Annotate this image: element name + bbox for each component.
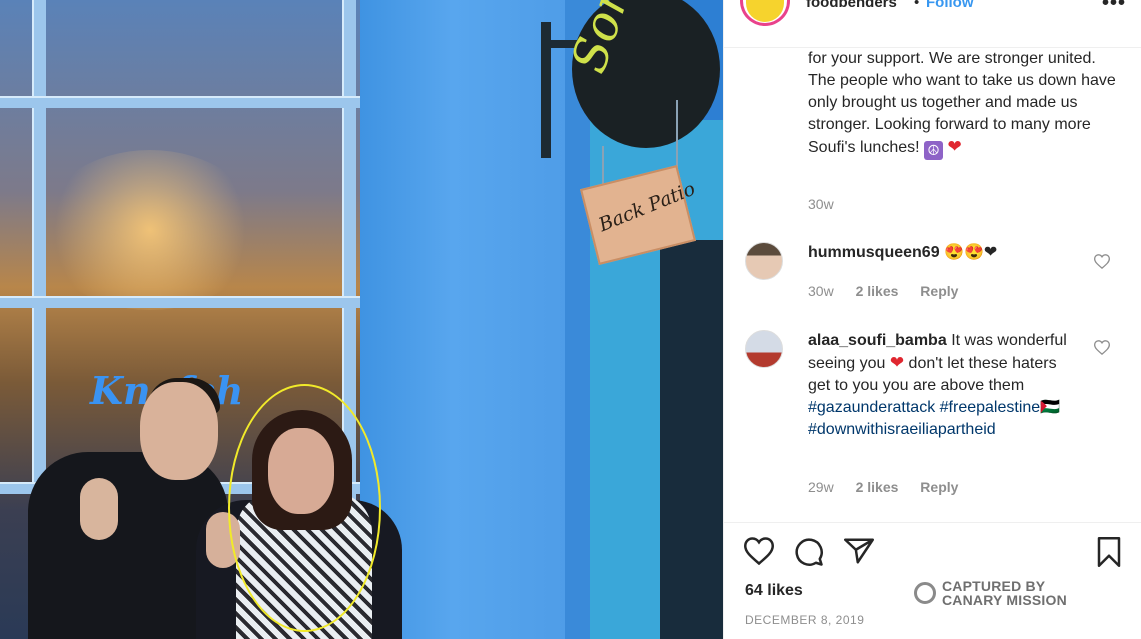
comment-like-heart-icon[interactable] [1094, 340, 1110, 355]
action-bar: 64 likes DECEMBER 8, 2019 CAPTURED BY CA… [724, 522, 1141, 639]
comment-bubble-icon[interactable] [794, 537, 824, 567]
comment-meta: 30w 2 likes Reply [808, 283, 958, 299]
watermark-text: CAPTURED BY CANARY MISSION [942, 579, 1067, 607]
watermark-line1: CAPTURED BY [942, 578, 1046, 594]
highlight-ellipse [228, 384, 381, 632]
post-header: foodbenders • Follow ••• [724, 0, 1141, 48]
like-heart-icon[interactable] [744, 537, 774, 565]
post-sidebar: foodbenders • Follow ••• for your suppor… [723, 0, 1141, 639]
comment-emojis: 😍😍❤ [944, 244, 998, 261]
comment-avatar[interactable] [745, 242, 783, 280]
caption-timestamp[interactable]: 30w [808, 196, 834, 212]
watermark: CAPTURED BY CANARY MISSION [914, 579, 1067, 607]
comment-username[interactable]: hummusqueen69 [808, 244, 940, 261]
follow-button[interactable]: Follow [926, 0, 974, 11]
window-frame [0, 96, 362, 108]
heart-emoji: ❤ [889, 353, 905, 372]
hashtag-link[interactable]: #freepalestine🇵🇸 [940, 399, 1060, 416]
comment: alaa_soufi_bamba It was wonderful seeing… [808, 330, 1070, 441]
reply-button[interactable]: Reply [920, 479, 958, 495]
canary-mission-logo-icon [914, 582, 936, 604]
comment-timestamp[interactable]: 30w [808, 283, 834, 299]
peace-sign-hand [80, 478, 118, 540]
reply-button[interactable]: Reply [920, 283, 958, 299]
comment-username[interactable]: alaa_soufi_bamba [808, 332, 947, 349]
hashtag-link[interactable]: #downwithisraeiliapartheid [808, 421, 996, 438]
comment-likes[interactable]: 2 likes [856, 283, 899, 299]
comment-meta: 29w 2 likes Reply [808, 479, 958, 495]
comment-avatar[interactable] [745, 330, 783, 368]
watermark-line2: CANARY MISSION [942, 592, 1067, 608]
window-light [40, 150, 260, 310]
post-date: DECEMBER 8, 2019 [745, 613, 865, 627]
more-options-icon[interactable]: ••• [1102, 0, 1126, 15]
comment-timestamp[interactable]: 29w [808, 479, 834, 495]
peace-symbol-emoji: ☮ [924, 141, 944, 160]
heart-emoji: ❤ [947, 137, 962, 156]
doorway [660, 240, 723, 639]
post-photo[interactable]: Knafeh Songs Back Patio [0, 0, 723, 639]
header-username[interactable]: foodbenders [806, 0, 897, 11]
comment: hummusqueen69 😍😍❤ [808, 242, 997, 262]
comment-likes[interactable]: 2 likes [856, 479, 899, 495]
header-separator: • [914, 0, 920, 11]
save-bookmark-icon[interactable] [1096, 537, 1122, 567]
comment-like-heart-icon[interactable] [1094, 254, 1110, 269]
caption-text: for your support. We are stronger united… [808, 50, 1116, 156]
share-paper-plane-icon[interactable] [844, 537, 874, 565]
like-count[interactable]: 64 likes [745, 582, 803, 600]
hashtag-link[interactable]: #gazaunderattack [808, 399, 935, 416]
person-man-face [140, 382, 218, 480]
window-frame [0, 296, 362, 308]
post-caption: for your support. We are stronger united… [808, 48, 1118, 160]
